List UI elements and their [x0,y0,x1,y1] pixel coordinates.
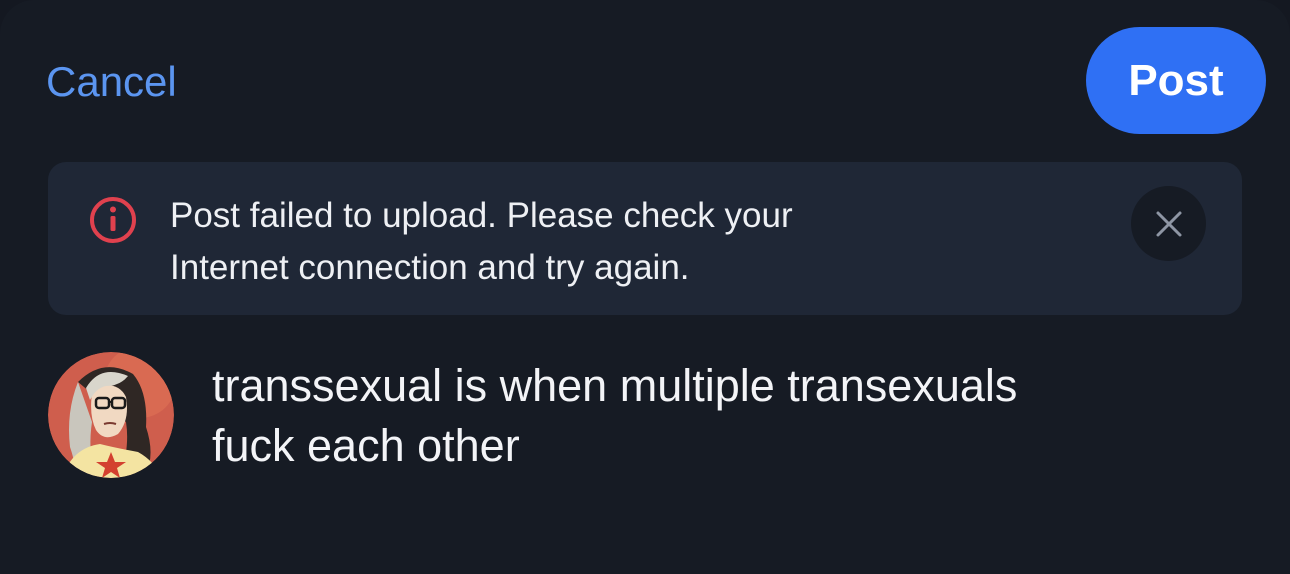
dismiss-error-button[interactable] [1131,186,1206,261]
cancel-button[interactable]: Cancel [46,56,177,108]
avatar-image [48,352,174,478]
post-text-line: transsexual is when multiple transexuals [212,360,1018,411]
error-message-line: Internet connection and try again. [170,248,690,287]
info-circle-icon [90,197,136,243]
avatar[interactable] [48,352,174,478]
error-message: Post failed to upload. Please check your… [170,190,1070,294]
post-button[interactable]: Post [1086,27,1266,134]
error-message-line: Post failed to upload. Please check your [170,196,793,235]
post-text[interactable]: transsexual is when multiple transexuals… [212,356,1242,476]
post-text-line: fuck each other [212,420,520,471]
close-icon [1156,211,1181,236]
composer-sheet: Cancel Post Post failed to upload. Pleas… [0,0,1290,574]
